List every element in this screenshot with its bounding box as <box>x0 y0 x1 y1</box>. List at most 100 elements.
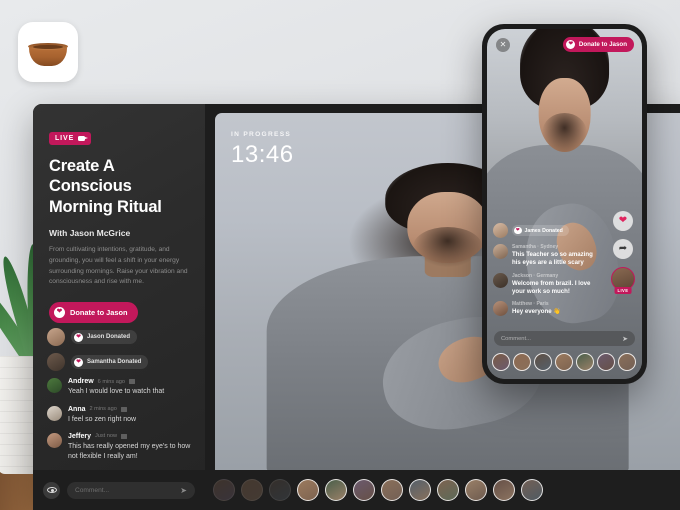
avatar[interactable] <box>325 479 347 501</box>
heart-icon: ❤ <box>74 332 83 342</box>
comment-text: Hey everyone 👋 <box>512 307 561 315</box>
comment-time: 2 mins ago <box>89 406 117 413</box>
list-item: Samantha · Sydney This Teacher so so ama… <box>493 244 595 267</box>
avatar[interactable] <box>521 479 543 501</box>
comment-meta: Samantha · Sydney <box>512 244 559 251</box>
close-icon[interactable]: ✕ <box>496 38 510 52</box>
heart-icon: ❤ <box>566 40 576 49</box>
donation-badge: ❤ Samantha Donated <box>71 355 149 370</box>
donate-button-label: Donate to Jason <box>70 308 128 318</box>
comment-author: Anna <box>68 405 86 413</box>
avatar <box>47 378 62 394</box>
avatar[interactable] <box>493 479 515 501</box>
sidebar-composer: Comment... ➤ <box>33 470 205 510</box>
comment-text: This Teacher so so amazing his eyes are … <box>512 251 593 267</box>
comment-meta: Matthew · Paris <box>512 300 549 307</box>
avatar <box>47 353 65 372</box>
donation-row: ❤ Jason Donated <box>47 328 193 347</box>
avatar[interactable] <box>534 353 552 371</box>
flag-icon[interactable] <box>129 379 136 385</box>
avatar <box>47 432 62 448</box>
heart-icon: ❤ <box>74 357 83 367</box>
comment-author: Andrew <box>68 378 94 386</box>
avatar <box>47 328 65 347</box>
avatar[interactable] <box>576 353 594 371</box>
list-item: Jackson · Germany Welcome from brazil. I… <box>493 272 595 296</box>
list-item: Anna 2 mins ago I feel so zen right now <box>47 405 193 425</box>
avatar[interactable] <box>597 353 615 371</box>
sidebar: LIVE Create A Conscious Morning Ritual W… <box>33 104 205 510</box>
phone-comment-feed: ❤ James Donated Samantha · Sydney This T… <box>493 223 595 321</box>
donate-button[interactable]: ❤ Donate to Jason <box>49 302 138 324</box>
live-badge-label: LIVE <box>614 287 632 294</box>
donation-badge: ❤ James Donated <box>512 224 569 237</box>
stream-timer: 13:46 <box>231 141 294 168</box>
comment-text: I feel so zen right now <box>68 415 137 423</box>
comment-meta: Jackson · Germany <box>512 272 559 279</box>
phone-comment-input[interactable]: Comment... ➤ <box>494 331 635 346</box>
comment-input-placeholder: Comment... <box>75 486 110 494</box>
live-badge-label: LIVE <box>55 135 75 142</box>
list-item: Jeffery Just now This has really opened … <box>47 432 193 462</box>
phone-viewer-strip[interactable] <box>487 349 642 375</box>
avatar <box>47 405 62 421</box>
donation-label: James Donated <box>524 227 563 234</box>
avatar[interactable] <box>513 353 531 371</box>
avatar[interactable] <box>492 353 510 371</box>
comment-text: Welcome from brazil. I love your work so… <box>512 279 591 295</box>
phone-donate-label: Donate to Jason <box>578 41 627 48</box>
phone-screen: ✕ ❤ Donate to Jason ❤ ➦ LIVE ❤ James Don… <box>487 29 642 379</box>
share-icon[interactable]: ➦ <box>613 239 633 259</box>
host-name: With Jason McGrice <box>49 228 131 239</box>
heart-icon: ❤ <box>54 307 65 319</box>
avatar[interactable] <box>618 353 636 371</box>
avatar[interactable] <box>437 479 459 501</box>
phone-action-rail: ❤ ➦ LIVE <box>611 211 635 294</box>
heart-icon: ❤ <box>514 226 522 235</box>
avatar[interactable] <box>465 479 487 501</box>
send-icon[interactable]: ➤ <box>622 335 628 343</box>
heart-icon[interactable]: ❤ <box>613 211 633 231</box>
eye-icon[interactable] <box>43 481 60 499</box>
comment-text: Yeah I would love to watch that <box>68 388 165 396</box>
flag-icon[interactable] <box>120 406 127 412</box>
phone-mockup: ✕ ❤ Donate to Jason ❤ ➦ LIVE ❤ James Don… <box>482 24 647 384</box>
comment-input[interactable]: Comment... ➤ <box>67 481 195 499</box>
live-badge: LIVE <box>49 132 92 145</box>
page-title: Create A Conscious Morning Ritual <box>49 157 162 216</box>
singing-bowl-icon <box>28 43 68 66</box>
avatar <box>493 244 508 260</box>
avatar[interactable] <box>297 479 319 501</box>
send-icon[interactable]: ➤ <box>180 486 187 495</box>
list-item: Matthew · Paris Hey everyone 👋 <box>493 300 595 316</box>
avatar[interactable] <box>381 479 403 501</box>
phone-donate-button[interactable]: ❤ Donate to Jason <box>563 37 634 52</box>
app-icon[interactable] <box>18 22 78 82</box>
comment-time: Just now <box>94 433 118 440</box>
avatar[interactable] <box>241 479 263 501</box>
video-camera-icon <box>78 136 89 141</box>
donation-label: Jason Donated <box>87 334 131 341</box>
comment-text: This has really opened my eye's to how n… <box>68 442 191 460</box>
comment-author: Jeffery <box>68 432 91 440</box>
avatar <box>493 300 508 316</box>
avatar[interactable] <box>555 353 573 371</box>
donation-badge: ❤ Jason Donated <box>71 330 138 345</box>
sidebar-activity-feed: ❤ Jason Donated ❤ Samantha Donated Andre… <box>33 328 205 470</box>
stream-status: IN PROGRESS <box>231 131 292 138</box>
donation-label: Samantha Donated <box>87 359 142 366</box>
donation-row: ❤ Samantha Donated <box>47 353 193 372</box>
avatar <box>493 223 508 239</box>
comment-time: 6 mins ago <box>97 378 126 385</box>
host-live-avatar[interactable]: LIVE <box>611 267 635 294</box>
avatar[interactable] <box>353 479 375 501</box>
avatar[interactable] <box>409 479 431 501</box>
viewer-avatar-strip[interactable] <box>205 470 680 510</box>
donation-row: ❤ James Donated <box>493 223 595 239</box>
avatar <box>493 272 508 288</box>
list-item: Andrew 6 mins ago Yeah I would love to w… <box>47 378 193 397</box>
avatar[interactable] <box>269 479 291 501</box>
flag-icon[interactable] <box>121 433 128 439</box>
session-description: From cultivating intentions, gratitude, … <box>49 246 188 286</box>
avatar[interactable] <box>213 479 235 501</box>
